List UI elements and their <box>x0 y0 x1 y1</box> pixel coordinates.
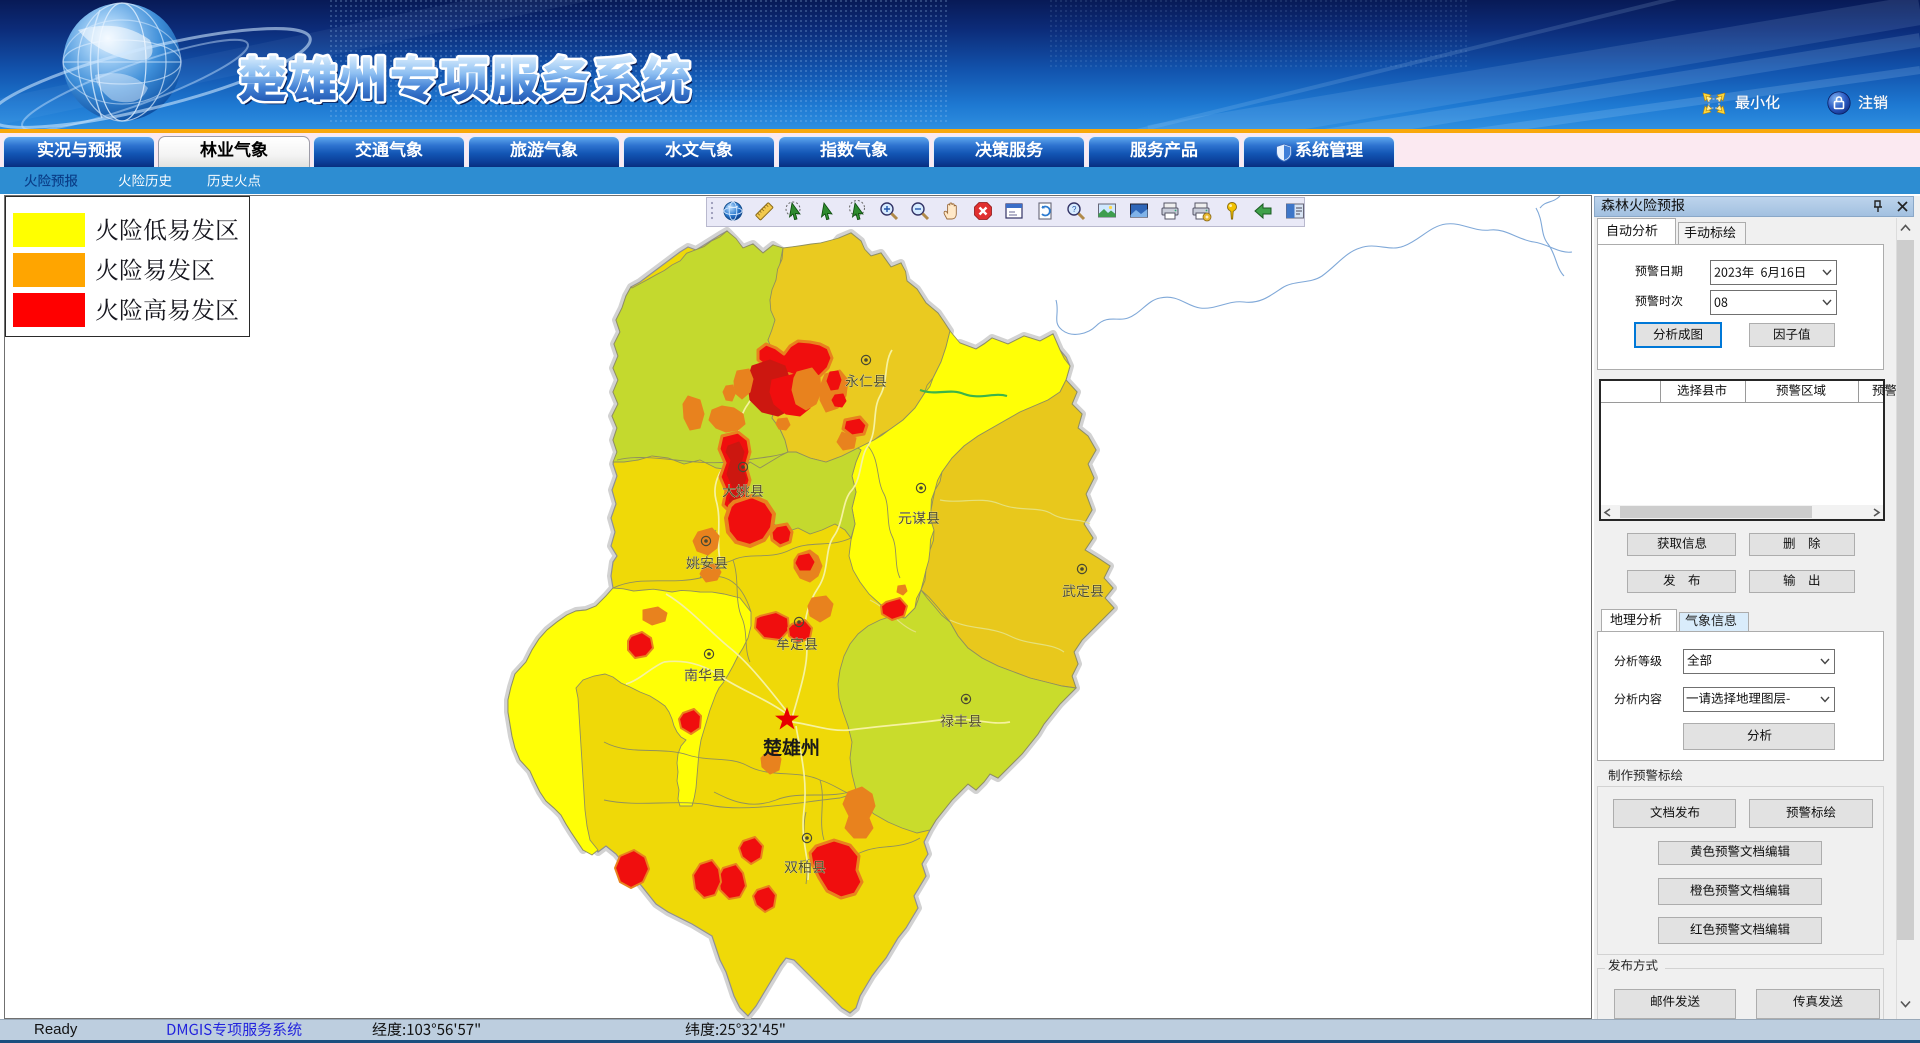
svg-text:?: ? <box>1072 205 1077 214</box>
